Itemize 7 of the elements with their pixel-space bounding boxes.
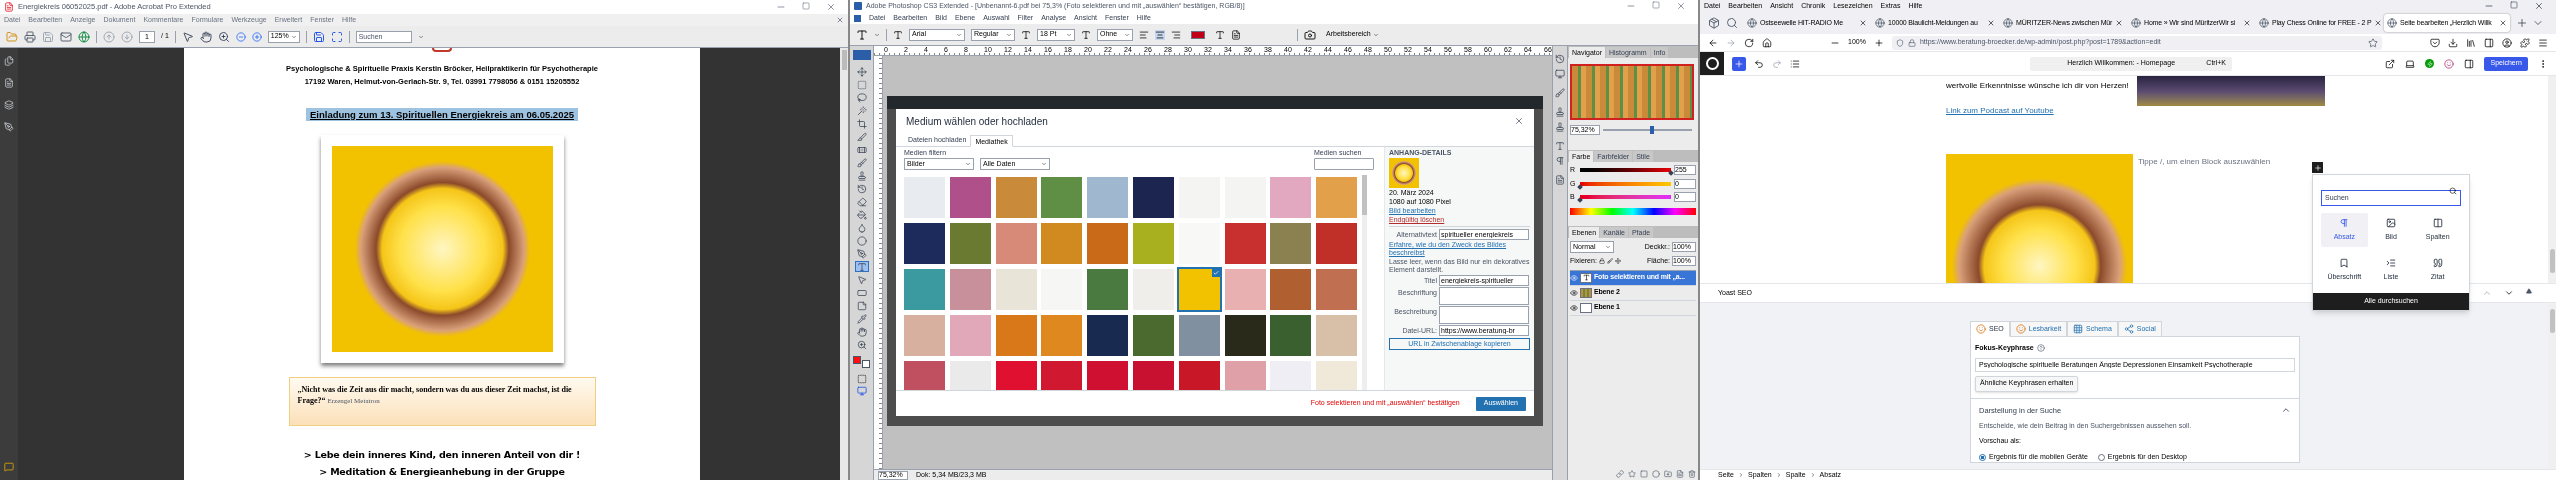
bullet-text: > Lebe dein inneres Kind, den inneren Anteil von dir ! — [303, 448, 581, 462]
podcast-link[interactable]: Link zum Podcast auf Youtube — [1946, 105, 2054, 117]
dialog-title: Medium wählen oder hochladen — [906, 114, 1048, 129]
bullet-text: > Meditation & Energieanhebung in der Gruppe — [319, 465, 565, 479]
empty-paragraph-field[interactable]: Tippe /, um einen Block auszuwählen — [2138, 156, 2308, 168]
paragraph-text: wertvolle Erkenntnisse wünsche ich dir von Herzen! — [1946, 80, 2130, 92]
invitation-heading: Einladung zum 13. Spirituellen Energiekreis am 06.05.2025 — [306, 107, 578, 121]
